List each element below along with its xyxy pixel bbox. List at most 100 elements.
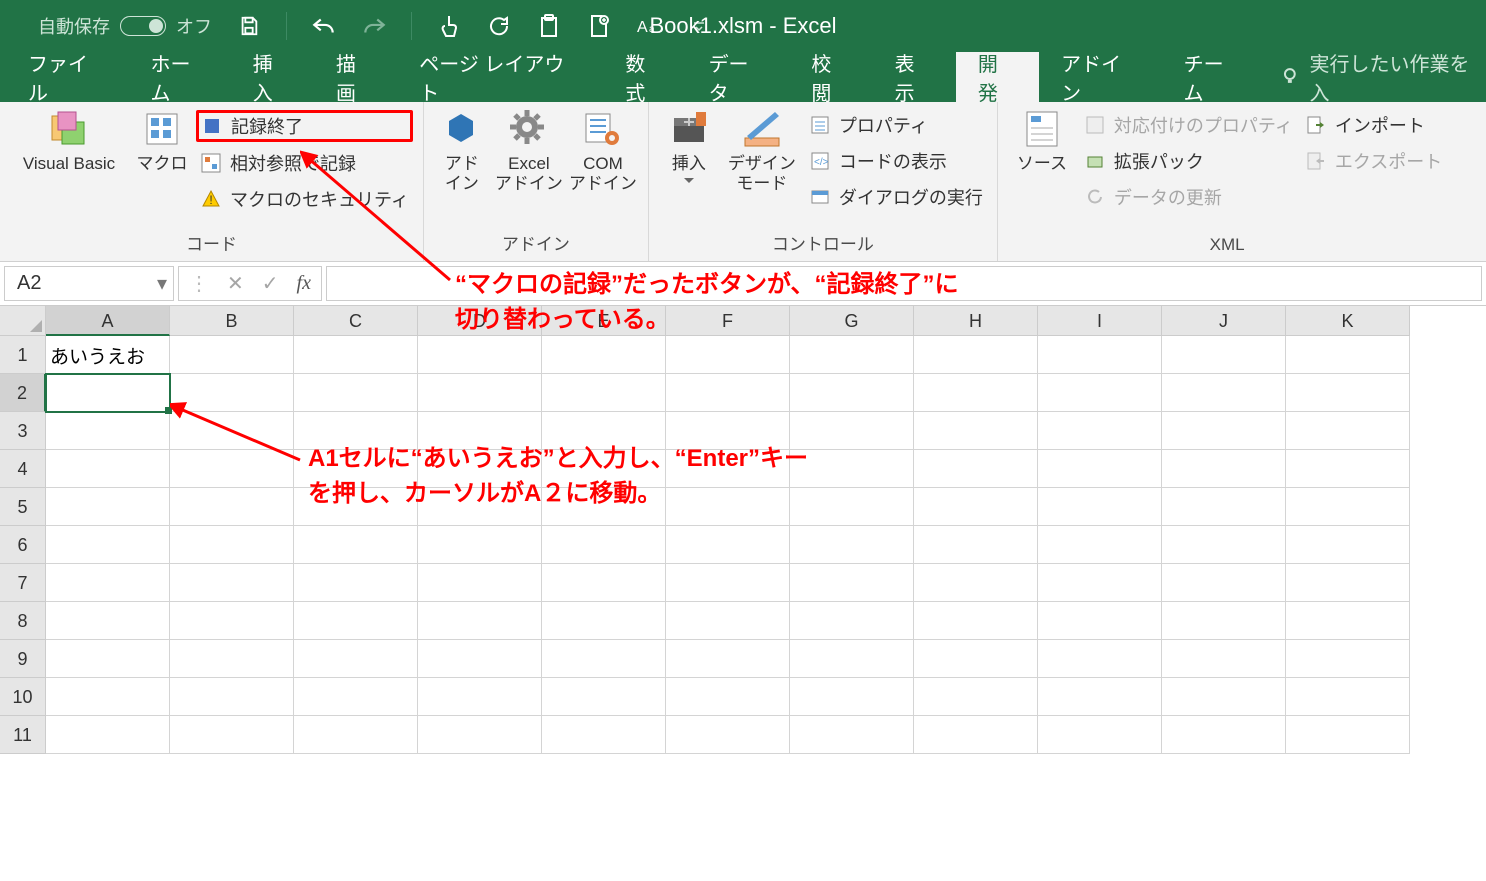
cell[interactable] <box>1286 678 1410 716</box>
confirm-icon[interactable]: ✓ <box>262 271 279 296</box>
tab-file[interactable]: ファイル <box>6 52 128 102</box>
clipboard-icon[interactable] <box>536 13 562 39</box>
cell[interactable] <box>790 640 914 678</box>
cell[interactable] <box>542 412 666 450</box>
cell[interactable] <box>294 526 418 564</box>
tab-insert[interactable]: 挿入 <box>231 52 314 102</box>
cell[interactable] <box>294 602 418 640</box>
cell[interactable] <box>170 450 294 488</box>
xml-source-button[interactable]: ソース <box>1008 108 1076 174</box>
refresh-data-button[interactable]: データの更新 <box>1080 182 1297 212</box>
cell[interactable] <box>666 716 790 754</box>
refresh-icon[interactable] <box>486 13 512 39</box>
cell[interactable] <box>1038 488 1162 526</box>
cell[interactable] <box>294 640 418 678</box>
cell[interactable] <box>1286 374 1410 412</box>
tab-view[interactable]: 表示 <box>873 52 956 102</box>
cell[interactable] <box>542 640 666 678</box>
cell[interactable] <box>418 602 542 640</box>
column-header[interactable]: B <box>170 306 294 336</box>
cell[interactable] <box>1038 526 1162 564</box>
cell[interactable] <box>46 374 170 412</box>
cell[interactable] <box>1286 716 1410 754</box>
tab-data[interactable]: データ <box>687 52 790 102</box>
cell[interactable] <box>914 602 1038 640</box>
column-header[interactable]: I <box>1038 306 1162 336</box>
row-header[interactable]: 8 <box>0 602 46 640</box>
column-header[interactable]: F <box>666 306 790 336</box>
row-header[interactable]: 7 <box>0 564 46 602</box>
cell[interactable] <box>1038 640 1162 678</box>
visual-basic-button[interactable]: Visual Basic <box>10 108 128 174</box>
cell[interactable] <box>914 564 1038 602</box>
cell[interactable] <box>790 336 914 374</box>
cell[interactable] <box>1162 412 1286 450</box>
cell[interactable] <box>542 564 666 602</box>
cell[interactable] <box>542 488 666 526</box>
cell[interactable] <box>666 412 790 450</box>
cell[interactable] <box>418 374 542 412</box>
cell[interactable] <box>1162 678 1286 716</box>
cell[interactable] <box>1162 374 1286 412</box>
cell[interactable] <box>914 526 1038 564</box>
undo-icon[interactable] <box>311 13 337 39</box>
cell[interactable] <box>666 450 790 488</box>
cell[interactable] <box>1162 564 1286 602</box>
tab-pagelayout[interactable]: ページ レイアウト <box>397 52 603 102</box>
macros-button[interactable]: マクロ <box>132 108 192 174</box>
cell[interactable] <box>1038 450 1162 488</box>
cell[interactable] <box>914 374 1038 412</box>
properties-button[interactable]: プロパティ <box>805 110 987 140</box>
cell[interactable] <box>790 412 914 450</box>
cell[interactable] <box>1286 336 1410 374</box>
run-dialog-button[interactable]: ダイアログの実行 <box>805 182 987 212</box>
column-header[interactable]: E <box>542 306 666 336</box>
cell[interactable] <box>914 336 1038 374</box>
cell[interactable] <box>294 336 418 374</box>
xml-export-button[interactable]: エクスポート <box>1301 146 1446 176</box>
cell[interactable] <box>294 412 418 450</box>
row-header[interactable]: 2 <box>0 374 46 412</box>
column-header[interactable]: G <box>790 306 914 336</box>
row-header[interactable]: 9 <box>0 640 46 678</box>
cell[interactable] <box>1038 374 1162 412</box>
cell[interactable] <box>1286 412 1410 450</box>
cell[interactable] <box>1038 336 1162 374</box>
cell[interactable] <box>1038 716 1162 754</box>
column-header[interactable]: C <box>294 306 418 336</box>
cell[interactable] <box>1038 564 1162 602</box>
cell[interactable] <box>914 716 1038 754</box>
cell[interactable] <box>294 716 418 754</box>
row-header[interactable]: 4 <box>0 450 46 488</box>
cell[interactable] <box>46 602 170 640</box>
tab-draw[interactable]: 描画 <box>314 52 397 102</box>
redo-icon[interactable] <box>361 13 387 39</box>
cell[interactable] <box>294 678 418 716</box>
column-header[interactable]: K <box>1286 306 1410 336</box>
cell[interactable] <box>790 374 914 412</box>
cell[interactable] <box>666 678 790 716</box>
cell[interactable] <box>790 450 914 488</box>
name-box[interactable]: A2 ▾ <box>4 266 174 301</box>
cell[interactable] <box>170 678 294 716</box>
cell[interactable] <box>294 564 418 602</box>
cell[interactable] <box>418 412 542 450</box>
cell[interactable] <box>418 488 542 526</box>
cell[interactable] <box>1038 678 1162 716</box>
cell[interactable] <box>1038 602 1162 640</box>
cell[interactable] <box>170 602 294 640</box>
column-header[interactable]: J <box>1162 306 1286 336</box>
cell[interactable] <box>170 640 294 678</box>
cell[interactable] <box>46 488 170 526</box>
cell[interactable] <box>790 526 914 564</box>
autosave-toggle[interactable]: 自動保存 オフ <box>38 13 212 39</box>
cell[interactable] <box>418 336 542 374</box>
cell[interactable] <box>790 678 914 716</box>
fx-icon[interactable]: fx <box>297 272 311 295</box>
row-header[interactable]: 3 <box>0 412 46 450</box>
row-header[interactable]: 5 <box>0 488 46 526</box>
cell[interactable] <box>46 412 170 450</box>
row-header[interactable]: 11 <box>0 716 46 754</box>
cell[interactable] <box>170 374 294 412</box>
expansion-pack-button[interactable]: 拡張パック <box>1080 146 1297 176</box>
